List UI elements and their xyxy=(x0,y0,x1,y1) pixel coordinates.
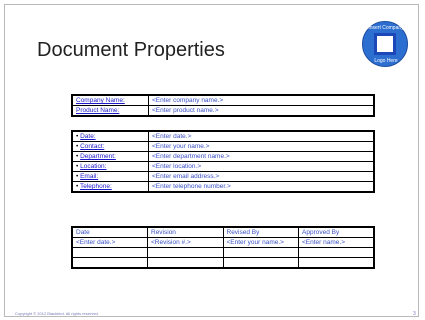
location-field[interactable]: <Enter location.> xyxy=(148,161,375,172)
header-approved-by: Approved By xyxy=(298,226,375,238)
logo-square-icon xyxy=(374,33,396,55)
table-row: <Enter date.> <Revision #.> <Enter your … xyxy=(71,237,375,248)
copyright-footer: Copyright © 2012 Blackbird. All rights r… xyxy=(15,311,99,316)
telephone-label: • Telephone: xyxy=(71,181,149,193)
table-row: Company Name: <Enter company name.> xyxy=(71,94,375,106)
revision-number-cell[interactable]: <Revision #.> xyxy=(147,237,224,248)
email-field[interactable]: <Enter email address.> xyxy=(148,171,375,182)
page-number: 3 xyxy=(413,311,416,317)
table-header-row: Date Revision Revised By Approved By xyxy=(71,226,375,238)
product-table: Company Name: <Enter company name.> Prod… xyxy=(71,94,375,117)
revision-date-cell[interactable] xyxy=(71,257,148,269)
approved-by-cell[interactable]: <Enter name.> xyxy=(298,237,375,248)
logo-bottom-text: Logo Here xyxy=(374,58,398,64)
revision-number-cell[interactable] xyxy=(147,247,224,258)
table-row: • Department: <Enter department name.> xyxy=(71,151,375,162)
revised-by-cell[interactable]: <Enter your name.> xyxy=(222,237,299,248)
date-label: • Date: xyxy=(71,130,149,142)
revision-date-cell[interactable] xyxy=(71,247,148,258)
details-table: • Date: <Enter date.> • Contact: <Enter … xyxy=(71,130,375,193)
telephone-field[interactable]: <Enter telephone number.> xyxy=(148,181,375,193)
contact-field[interactable]: <Enter your name.> xyxy=(148,141,375,152)
table-row: Product Name: <Enter product name.> xyxy=(71,105,375,117)
department-label: • Department: xyxy=(71,151,149,162)
contact-label: • Contact: xyxy=(71,141,149,152)
table-row: • Date: <Enter date.> xyxy=(71,130,375,142)
product-name-label: Product Name: xyxy=(71,105,149,117)
table-row: • Location: <Enter location.> xyxy=(71,161,375,172)
header-revised-by: Revised By xyxy=(222,226,299,238)
page-title: Document Properties xyxy=(37,39,225,61)
location-label: • Location: xyxy=(71,161,149,172)
header-revision: Revision xyxy=(147,226,224,238)
company-name-label: Company Name: xyxy=(71,94,149,106)
revision-number-cell[interactable] xyxy=(147,257,224,269)
table-row: • Contact: <Enter your name.> xyxy=(71,141,375,152)
email-label: • Email: xyxy=(71,171,149,182)
table-row xyxy=(71,247,375,258)
revised-by-cell[interactable] xyxy=(222,257,299,269)
table-row xyxy=(71,257,375,269)
table-row: • Telephone: <Enter telephone number.> xyxy=(71,181,375,193)
header-date: Date xyxy=(71,226,148,238)
table-row: • Email: <Enter email address.> xyxy=(71,171,375,182)
product-name-field[interactable]: <Enter product name.> xyxy=(148,105,375,117)
revision-date-cell[interactable]: <Enter date.> xyxy=(71,237,148,248)
revised-by-cell[interactable] xyxy=(222,247,299,258)
department-field[interactable]: <Enter department name.> xyxy=(148,151,375,162)
company-logo-placeholder: Insert Company Logo Here xyxy=(362,21,408,67)
revision-table: Date Revision Revised By Approved By <En… xyxy=(71,226,375,269)
date-field[interactable]: <Enter date.> xyxy=(148,130,375,142)
approved-by-cell[interactable] xyxy=(298,247,375,258)
slide: Document Properties Insert Company Logo … xyxy=(4,4,419,317)
approved-by-cell[interactable] xyxy=(298,257,375,269)
logo-top-text: Insert Company xyxy=(368,25,404,31)
company-name-field[interactable]: <Enter company name.> xyxy=(148,94,375,106)
